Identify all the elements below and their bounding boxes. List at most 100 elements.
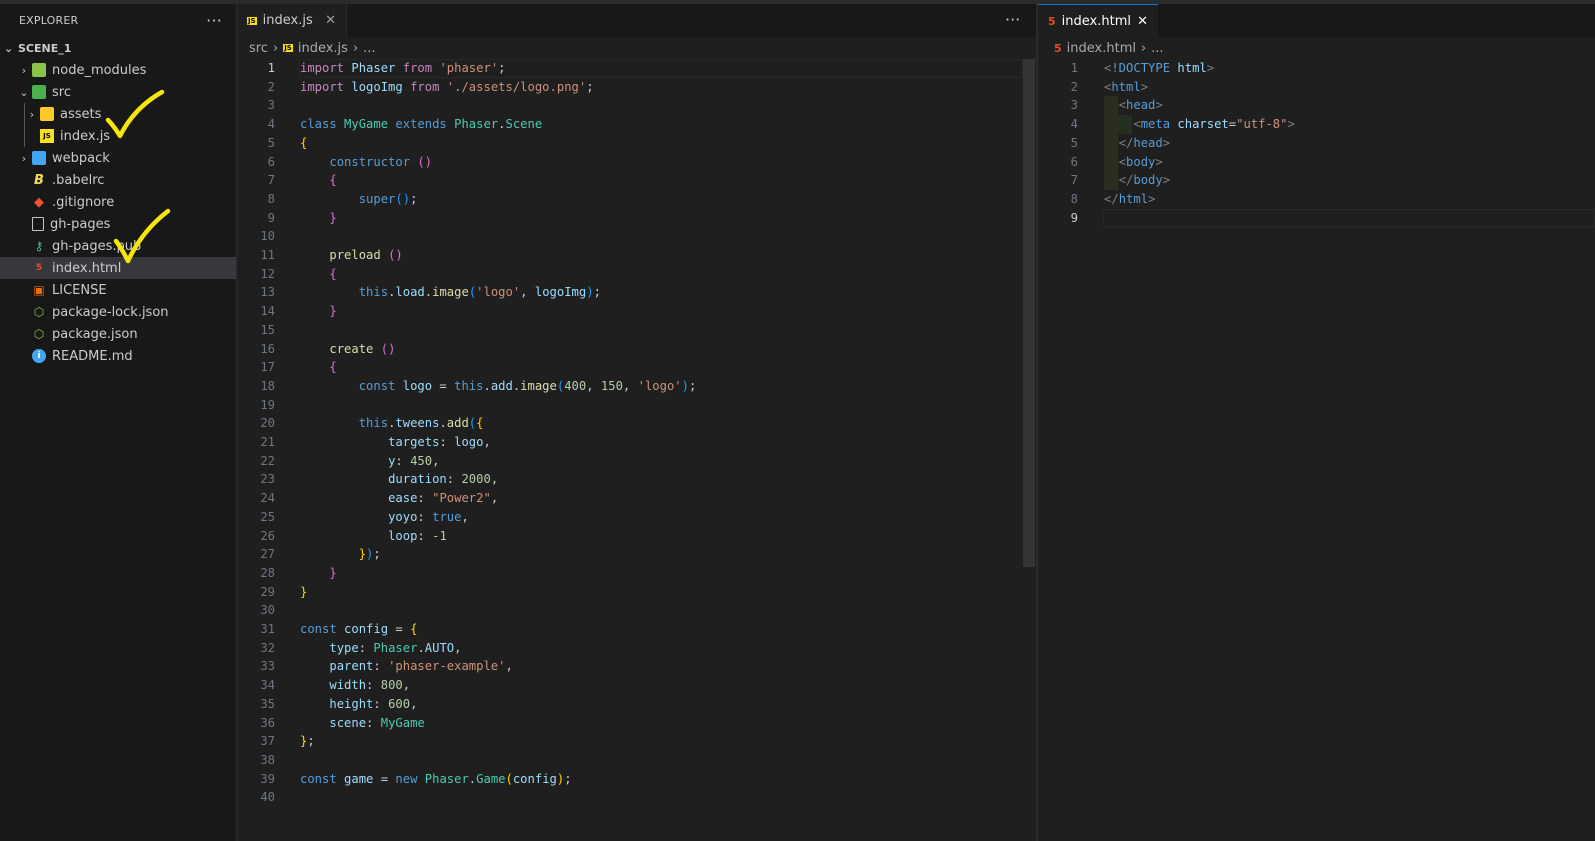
explorer-more-button[interactable]: ···: [206, 11, 222, 30]
tree-item-package-json[interactable]: ⬡ package.json: [0, 323, 236, 345]
tree-item-node-modules[interactable]: › node_modules: [0, 59, 236, 81]
line-number: 7: [1070, 173, 1078, 188]
tree-item-webpack[interactable]: › webpack: [0, 147, 236, 169]
code-line: super();: [358, 191, 418, 206]
folder-webpack-icon: [32, 151, 46, 165]
chevron-right-icon: ›: [1140, 40, 1147, 56]
chevron-right-icon: ›: [272, 40, 279, 56]
code-line: </head>: [1118, 135, 1171, 150]
code-line: });: [358, 547, 381, 562]
folder-src-icon: [32, 85, 46, 99]
line-number: 10: [260, 229, 275, 244]
line-number: 19: [260, 397, 275, 412]
editor-more-button[interactable]: ···: [1005, 10, 1020, 29]
explorer-sidebar: EXPLORER ··· ⌄ SCENE_1 › node_modules ⌄ …: [0, 4, 237, 841]
code-line: y: 450,: [388, 453, 440, 468]
code-line: }: [329, 210, 337, 225]
tree-item-babelrc[interactable]: B .babelrc: [0, 169, 236, 191]
code-line: targets: logo,: [388, 435, 491, 449]
line-number: 6: [1070, 154, 1078, 169]
breadcrumb-html: 5 index.html › ...: [1054, 37, 1169, 59]
breadcrumb-symbol[interactable]: ...: [363, 41, 375, 56]
code-line: height: 600,: [329, 696, 418, 711]
code-line: type: Phaser.AUTO,: [329, 640, 462, 655]
breadcrumb-file[interactable]: index.html: [1067, 41, 1136, 56]
line-number: 5: [267, 135, 275, 150]
folder-node-icon: [32, 63, 46, 77]
tree-item-license[interactable]: ▣ LICENSE: [0, 279, 236, 301]
tree-item-gh-pages-pub[interactable]: ⚷ gh-pages.pub: [0, 235, 236, 257]
tab-index-html[interactable]: 5 index.html ✕: [1038, 4, 1158, 37]
breadcrumb-symbol[interactable]: ...: [1151, 41, 1163, 56]
line-number: 7: [267, 173, 275, 188]
tree-item-gh-pages[interactable]: gh-pages: [0, 213, 236, 235]
code-line: <head>: [1118, 98, 1163, 113]
babel-icon: B: [34, 172, 44, 188]
tree-item-label: package.json: [52, 326, 138, 342]
tree-item-index-js[interactable]: JS index.js: [0, 125, 236, 147]
tree-item-assets[interactable]: › assets: [0, 103, 236, 125]
explorer-title: EXPLORER: [19, 14, 79, 27]
line-number: 5: [1070, 135, 1078, 150]
code-line: }: [329, 565, 337, 580]
code-line: parent: 'phaser-example',: [329, 659, 513, 674]
line-number: 3: [1070, 98, 1078, 113]
line-number: 31: [260, 622, 275, 636]
tree-item-label: index.js: [60, 128, 111, 144]
left-tab-bar: JS index.js ✕: [237, 4, 1036, 37]
code-line: scene: MyGame: [329, 715, 425, 730]
line-number: 8: [1070, 191, 1078, 206]
line-number: 9: [1070, 210, 1078, 225]
tree-item-label: node_modules: [52, 62, 147, 78]
code-line: <!DOCTYPE html>: [1104, 61, 1215, 75]
vertical-scrollbar[interactable]: [1023, 59, 1035, 567]
line-number: 24: [260, 491, 275, 506]
tree-item-label: .babelrc: [52, 172, 105, 188]
tree-item-label: gh-pages: [50, 216, 111, 232]
close-icon[interactable]: ✕: [1137, 14, 1148, 29]
html-file-icon: 5: [1054, 41, 1062, 55]
line-number: 15: [260, 322, 275, 337]
line-number: 38: [260, 752, 275, 767]
code-editor-index-html[interactable]: 1 <!DOCTYPE html> 2 <html> 3 <head> 4 <m…: [1038, 59, 1595, 841]
line-number: 22: [260, 453, 275, 468]
line-number: 11: [260, 248, 275, 262]
code-line: create (): [329, 341, 396, 356]
breadcrumb-folder[interactable]: src: [249, 41, 268, 56]
line-number: 1: [267, 61, 275, 75]
code-line: import Phaser from 'phaser';: [300, 61, 506, 75]
line-number: 25: [260, 509, 275, 524]
code-editor-index-js[interactable]: 1 import Phaser from 'phaser'; 2 import …: [237, 59, 1036, 841]
line-number: 30: [260, 603, 275, 618]
tree-item-readme[interactable]: i README.md: [0, 345, 236, 367]
tree-item-label: webpack: [52, 150, 110, 166]
chevron-right-icon: ›: [21, 151, 27, 165]
right-tab-bar: 5 index.html ✕: [1038, 4, 1595, 37]
code-line: {: [300, 135, 308, 150]
tree-item-index-html[interactable]: 5 index.html: [0, 257, 236, 279]
tab-index-js[interactable]: JS index.js ✕: [237, 4, 347, 37]
npm-icon: ⬡: [33, 327, 45, 341]
code-line: duration: 2000,: [388, 472, 499, 487]
chevron-right-icon: ›: [29, 107, 35, 121]
current-line-highlight: [1103, 208, 1595, 228]
close-icon[interactable]: ✕: [325, 13, 336, 28]
folder-assets-icon: [40, 107, 54, 121]
code-line: this.tweens.add({: [358, 416, 484, 431]
breadcrumb: src › JS index.js › ...: [249, 37, 381, 59]
npm-icon: ⬡: [33, 305, 45, 319]
chevron-right-icon: ›: [21, 63, 27, 77]
workspace-root[interactable]: ⌄ SCENE_1: [0, 37, 236, 59]
tree-item-src[interactable]: ⌄ src: [0, 81, 236, 103]
line-number: 27: [260, 547, 275, 562]
line-number: 28: [260, 565, 275, 580]
line-number: 3: [267, 98, 275, 113]
tree-item-gitignore[interactable]: ◆ .gitignore: [0, 191, 236, 213]
chevron-down-icon: ⌄: [19, 85, 29, 99]
line-number: 14: [260, 304, 275, 319]
tree-item-package-lock[interactable]: ⬡ package-lock.json: [0, 301, 236, 323]
line-number: 18: [260, 378, 275, 393]
line-number: 32: [260, 640, 275, 655]
breadcrumb-file[interactable]: index.js: [298, 41, 348, 56]
line-number: 40: [260, 790, 275, 805]
